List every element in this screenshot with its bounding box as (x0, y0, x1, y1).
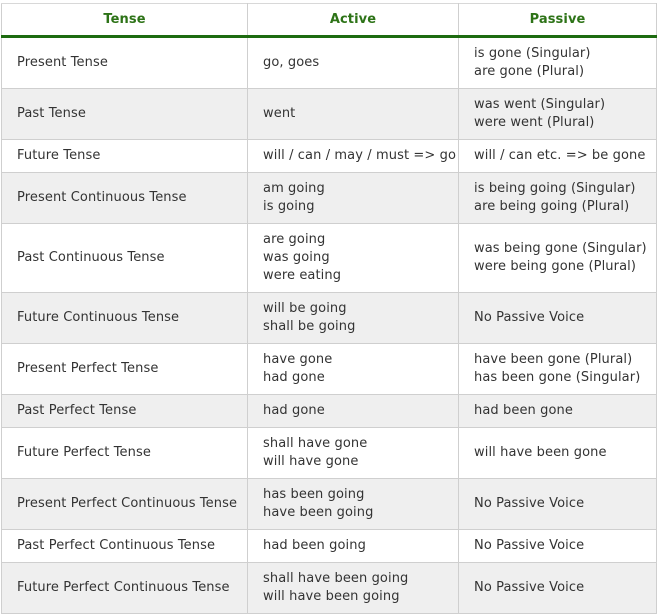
active-cell: went (247, 88, 459, 140)
passive-cell: will / can etc. => be gone (458, 139, 657, 173)
tense-cell: Past Continuous Tense (1, 223, 248, 293)
active-cell: has been going have been going (247, 478, 459, 530)
passive-form: have been gone (Plural) (474, 352, 633, 367)
table-row: Future Continuous Tense will be going shal… (1, 292, 657, 344)
active-form: were eating (263, 268, 342, 283)
passive-form: is gone (Singular) (474, 46, 591, 61)
table-row: Past Perfect Continuous Tense had been go… (1, 529, 657, 563)
passive-cell: No Passive Voice (458, 478, 657, 530)
active-cell: will / can / may / must => go (247, 139, 459, 173)
table-row: Present Perfect Continuous Tense has been… (1, 478, 657, 530)
active-cell: had gone (247, 394, 459, 428)
passive-cell: is being going (Singular) are being going… (458, 172, 657, 224)
passive-form: No Passive Voice (474, 496, 585, 511)
active-form: am going (263, 181, 325, 196)
tense-cell: Future Tense (1, 139, 248, 173)
passive-cell: is gone (Singular) are gone (Plural) (458, 36, 657, 89)
table-row: Past Tense went was went (Singular) were we… (1, 88, 657, 140)
passive-form: has been gone (Singular) (474, 370, 641, 385)
tense-cell: Present Perfect Tense (1, 343, 248, 395)
tense-cell: Present Continuous Tense (1, 172, 248, 224)
table-row: Future Tense will / can / may / must => g… (1, 139, 657, 173)
passive-form: had been gone (474, 403, 573, 418)
active-form: shall have gone (263, 436, 368, 451)
header-active: Active (247, 3, 459, 38)
active-form: have been going (263, 505, 374, 520)
tense-cell: Present Tense (1, 36, 248, 89)
passive-form: was being gone (Singular) (474, 241, 647, 256)
active-cell: shall have been going will have been goin… (247, 562, 459, 614)
tense-cell: Future Perfect Continuous Tense (1, 562, 248, 614)
active-form: go, goes (263, 55, 320, 70)
table-header-row: Tense Active Passive (1, 3, 657, 38)
passive-cell: was being gone (Singular) were being gone… (458, 223, 657, 293)
passive-form: No Passive Voice (474, 538, 585, 553)
passive-form: is being going (Singular) (474, 181, 636, 196)
passive-form: was went (Singular) (474, 97, 606, 112)
active-cell: shall have gone will have gone (247, 427, 459, 479)
table-body: Present Tense go, goes is gone (Singular) a… (1, 36, 657, 614)
tense-cell: Past Perfect Tense (1, 394, 248, 428)
tense-cell: Future Continuous Tense (1, 292, 248, 344)
active-form: shall be going (263, 319, 356, 334)
active-cell: had been going (247, 529, 459, 563)
table-row: Past Continuous Tense are going was going w… (1, 223, 657, 293)
active-form: have gone (263, 352, 333, 367)
passive-cell: was went (Singular) were went (Plural) (458, 88, 657, 140)
passive-form: No Passive Voice (474, 310, 585, 325)
active-form: went (263, 106, 296, 121)
active-form: will / can / may / must => go (263, 148, 457, 163)
active-cell: go, goes (247, 36, 459, 89)
active-form: was going (263, 250, 330, 265)
tense-cell: Past Perfect Continuous Tense (1, 529, 248, 563)
passive-cell: have been gone (Plural) has been gone (Si… (458, 343, 657, 395)
active-form: had gone (263, 403, 325, 418)
header-passive: Passive (458, 3, 657, 38)
tense-cell: Past Tense (1, 88, 248, 140)
passive-cell: No Passive Voice (458, 562, 657, 614)
tense-voice-table: Tense Active Passive Present Tense go, go… (1, 3, 657, 614)
active-form: had been going (263, 538, 366, 553)
passive-form: will have been gone (474, 445, 607, 460)
active-form: will have gone (263, 454, 359, 469)
active-cell: am going is going (247, 172, 459, 224)
passive-cell: will have been gone (458, 427, 657, 479)
tense-cell: Present Perfect Continuous Tense (1, 478, 248, 530)
header-tense: Tense (1, 3, 248, 38)
active-form: shall have been going (263, 571, 409, 586)
table-row: Present Perfect Tense have gone had gone ha… (1, 343, 657, 395)
active-form: has been going (263, 487, 365, 502)
passive-form: are gone (Plural) (474, 64, 585, 79)
table-row: Future Perfect Continuous Tense shall hav… (1, 562, 657, 614)
active-form: are going (263, 232, 326, 247)
passive-form: are being going (Plural) (474, 199, 630, 214)
active-form: will have been going (263, 589, 400, 604)
active-form: had gone (263, 370, 325, 385)
passive-form: were went (Plural) (474, 115, 595, 130)
passive-cell: No Passive Voice (458, 292, 657, 344)
active-form: is going (263, 199, 315, 214)
passive-form: will / can etc. => be gone (474, 148, 646, 163)
active-cell: will be going shall be going (247, 292, 459, 344)
passive-form: No Passive Voice (474, 580, 585, 595)
passive-cell: had been gone (458, 394, 657, 428)
table-row: Future Perfect Tense shall have gone will … (1, 427, 657, 479)
passive-cell: No Passive Voice (458, 529, 657, 563)
table-row: Present Tense go, goes is gone (Singular) a… (1, 36, 657, 89)
active-form: will be going (263, 301, 347, 316)
active-cell: are going was going were eating (247, 223, 459, 293)
table-row: Present Continuous Tense am going is going… (1, 172, 657, 224)
table-row: Past Perfect Tense had gone had been gone (1, 394, 657, 428)
passive-form: were being gone (Plural) (474, 259, 637, 274)
active-cell: have gone had gone (247, 343, 459, 395)
tense-cell: Future Perfect Tense (1, 427, 248, 479)
